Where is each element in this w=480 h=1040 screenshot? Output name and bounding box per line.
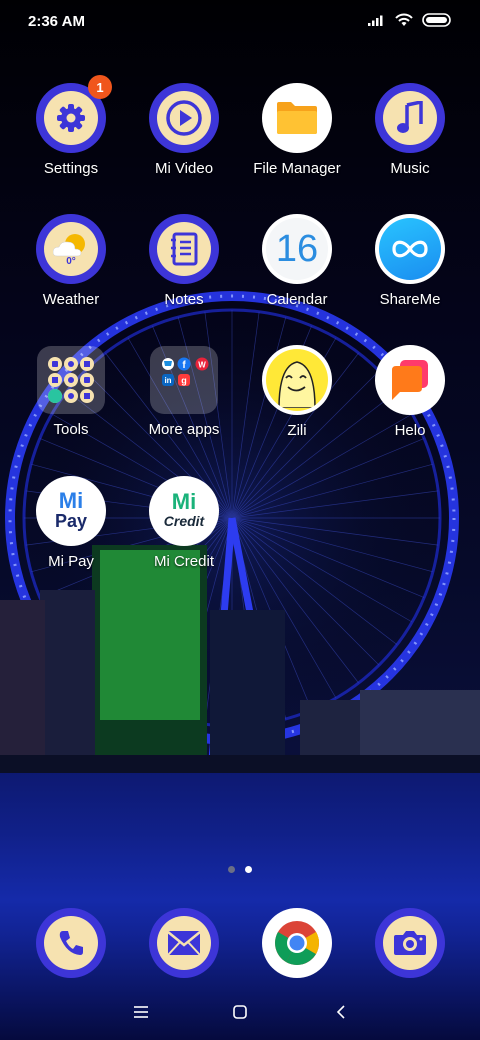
folder-more-apps[interactable]: f W in g More apps — [128, 345, 240, 438]
svg-text:g: g — [181, 376, 187, 386]
wifi-icon — [394, 12, 414, 32]
app-label: Helo — [394, 422, 426, 439]
status-bar: 2:36 AM — [0, 0, 480, 44]
back-icon[interactable] — [326, 1000, 356, 1024]
chrome-icon — [266, 912, 328, 974]
dock-messages[interactable] — [128, 908, 240, 978]
page-dot[interactable] — [228, 866, 235, 873]
clock: 2:36 AM — [28, 13, 85, 30]
app-helo[interactable]: Helo — [354, 345, 466, 439]
app-mi-video[interactable]: Mi Video — [128, 83, 240, 177]
app-notes[interactable]: Notes — [128, 214, 240, 308]
app-settings[interactable]: 1 Settings — [15, 75, 127, 177]
app-file-manager[interactable]: File Manager — [241, 83, 353, 177]
page-dot-active[interactable] — [245, 866, 252, 873]
app-mi-credit[interactable]: Mi Credit Mi Credit — [128, 476, 240, 570]
navigation-bar — [0, 990, 480, 1034]
dock-chrome[interactable] — [241, 908, 353, 978]
temperature-text: 0° — [66, 255, 76, 267]
dock-phone[interactable] — [15, 908, 127, 978]
svg-text:in: in — [164, 376, 171, 385]
signal-icon — [368, 13, 386, 31]
app-label: More apps — [148, 421, 220, 438]
notebook-icon — [157, 222, 211, 276]
home-icon[interactable] — [225, 1000, 255, 1024]
app-label: Mi Pay — [48, 553, 94, 570]
app-label: Zili — [287, 422, 307, 439]
camera-icon — [383, 916, 437, 970]
music-note-icon — [383, 91, 437, 145]
mi-credit-logo: Mi Credit — [153, 480, 215, 542]
phone-icon — [44, 916, 98, 970]
app-label: Weather — [42, 291, 100, 308]
app-label: Music — [390, 160, 430, 177]
app-label: Mi Video — [154, 160, 214, 177]
app-music[interactable]: Music — [354, 83, 466, 177]
chat-bubble-icon — [379, 349, 441, 411]
page-indicator[interactable] — [0, 866, 480, 873]
svg-text:W: W — [198, 361, 206, 370]
app-shareme[interactable]: ShareMe — [354, 214, 466, 308]
app-calendar[interactable]: 16 Calendar — [241, 214, 353, 308]
calendar-icon: 16 — [266, 218, 328, 280]
folder-icon — [266, 87, 328, 149]
app-label: Settings — [43, 160, 99, 177]
weather-icon: 0° — [44, 222, 98, 276]
app-label: Tools — [53, 421, 89, 438]
app-mi-pay[interactable]: Mi Pay Mi Pay — [15, 476, 127, 570]
folder-icon: f W in g — [150, 346, 218, 414]
zili-face-icon — [266, 349, 328, 411]
notification-badge: 1 — [88, 75, 112, 99]
mi-pay-logo: Mi Pay — [40, 480, 102, 542]
battery-icon — [422, 12, 452, 32]
app-label: File Manager — [253, 160, 341, 177]
infinity-icon — [379, 218, 441, 280]
folder-tools[interactable]: Tools — [15, 345, 127, 438]
app-label: Mi Credit — [153, 553, 214, 570]
folder-icon — [37, 346, 105, 414]
gear-icon — [44, 91, 98, 145]
app-label: Calendar — [266, 291, 328, 308]
dock-camera[interactable] — [354, 908, 466, 978]
app-label: Notes — [164, 291, 204, 308]
calendar-day: 16 — [275, 227, 319, 270]
app-label: ShareMe — [379, 291, 441, 308]
menu-icon[interactable] — [126, 1000, 156, 1024]
app-zili[interactable]: Zili — [241, 345, 353, 439]
messages-icon — [157, 916, 211, 970]
app-weather[interactable]: 0° Weather — [15, 214, 127, 308]
play-icon — [157, 91, 211, 145]
